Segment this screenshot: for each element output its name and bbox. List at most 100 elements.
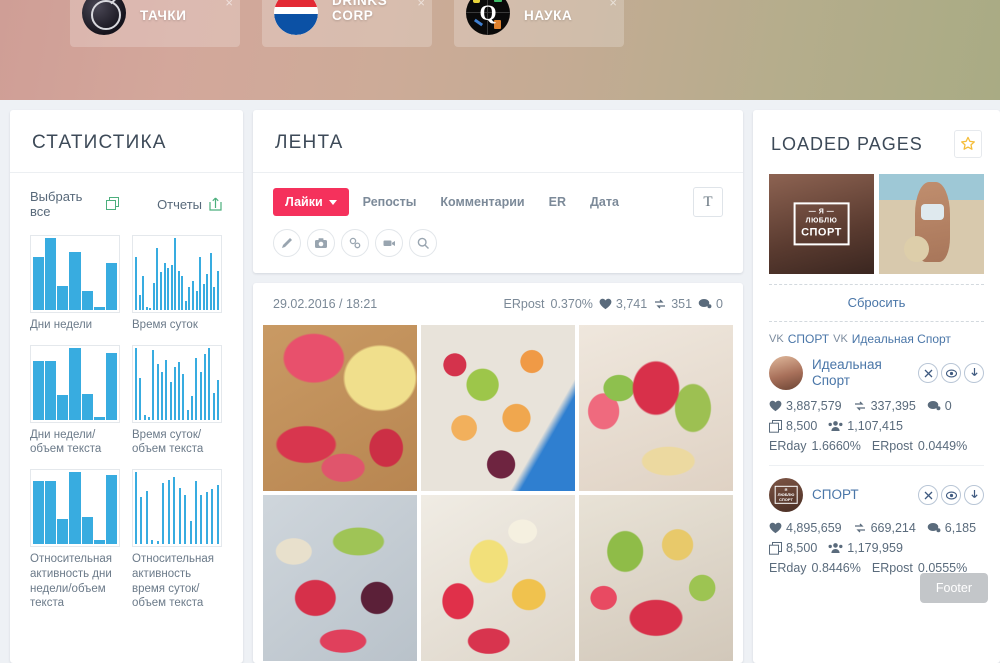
chart-bar xyxy=(105,263,117,310)
chart-bar xyxy=(209,253,212,310)
statistics-panel: СТАТИСТИКА Выбрать все Отчеты Дни недели… xyxy=(10,110,243,663)
chart-bars xyxy=(132,469,222,548)
chart-bar xyxy=(174,238,177,310)
chart-bar xyxy=(57,519,69,545)
page-thumbnail[interactable] xyxy=(879,174,984,274)
entry-posts: 8,500 xyxy=(769,541,817,555)
chart-bar xyxy=(206,274,209,310)
chart-bar xyxy=(204,353,206,420)
page-name[interactable]: Идеальная Спорт xyxy=(812,357,909,389)
chart-bar xyxy=(184,495,187,545)
entry-followers: 1,107,415 xyxy=(828,419,903,433)
chart-bar xyxy=(160,371,163,420)
chart-bar xyxy=(81,291,93,310)
eye-icon[interactable] xyxy=(941,485,961,505)
repost-icon xyxy=(653,298,667,310)
filter-date[interactable]: Дата xyxy=(580,188,629,216)
upload-icon xyxy=(208,197,223,212)
close-icon[interactable]: × xyxy=(225,0,233,9)
close-icon[interactable] xyxy=(918,363,938,383)
stat-chart-0[interactable]: Дни недели xyxy=(30,235,120,333)
avatar[interactable] xyxy=(769,356,803,390)
filter-likes-label: Лайки xyxy=(285,195,323,209)
chart-bars xyxy=(30,469,120,548)
page-thumbnail[interactable]: — Я — ЛЮБЛЮ СПОРТ xyxy=(769,174,874,274)
chart-bar xyxy=(138,295,141,310)
reports-button[interactable]: Отчеты xyxy=(157,189,223,219)
download-icon[interactable] xyxy=(964,485,984,505)
chart-bar xyxy=(216,379,219,420)
pepsi-logo: pepsi xyxy=(274,0,318,35)
post-er-value: 0.370% xyxy=(550,297,593,311)
entry-reposts: 669,214 xyxy=(853,521,916,535)
entry-comments: 6,185 xyxy=(927,521,976,535)
chart-bars xyxy=(30,344,120,423)
entry-comments: 0 xyxy=(927,399,952,413)
filter-likes[interactable]: Лайки xyxy=(273,188,349,216)
chart-bar xyxy=(69,252,81,310)
chart-bar xyxy=(45,481,57,545)
search-icon[interactable] xyxy=(409,229,437,257)
chart-bar xyxy=(216,271,219,310)
post-photo[interactable] xyxy=(263,495,417,661)
filter-er[interactable]: ER xyxy=(539,188,576,216)
filter-reposts[interactable]: Репосты xyxy=(353,188,427,216)
video-icon[interactable] xyxy=(375,229,403,257)
post-er-label: ERpost xyxy=(503,297,545,311)
stat-chart-5[interactable]: Относительная активность время суток/ об… xyxy=(132,469,222,611)
chart-bar xyxy=(173,366,176,420)
statistics-actions: Выбрать все Отчеты xyxy=(10,173,243,229)
text-toggle-button[interactable]: T xyxy=(693,187,723,217)
chart-bar xyxy=(145,307,148,310)
banner-card-drinks[interactable]: pepsi DRINKS CORP × xyxy=(262,0,432,47)
close-icon[interactable] xyxy=(918,485,938,505)
breadcrumb-item[interactable]: Идеальная Спорт xyxy=(852,332,951,346)
reset-row: Сбросить xyxy=(769,284,984,322)
list-item: Я ЛЮБЛЮ СПОРТ СПОРТ 4,895,659 669,214 6,… xyxy=(753,466,1000,587)
reset-link[interactable]: Сбросить xyxy=(848,295,906,310)
stat-chart-1[interactable]: Время суток xyxy=(132,235,222,333)
breadcrumb: VK СПОРТ VK Идеальная Спорт xyxy=(753,322,1000,352)
post-photo[interactable] xyxy=(579,495,733,661)
banner-card-volvo[interactable]: ТАЧКИ × xyxy=(70,0,240,47)
chart-bar xyxy=(199,371,202,420)
post-photo[interactable] xyxy=(421,495,575,661)
close-icon[interactable]: × xyxy=(609,0,617,9)
filter-comments[interactable]: Комментарии xyxy=(430,188,534,216)
banner-card-label: НАУКА xyxy=(524,8,573,23)
loaded-pages-title: LOADED PAGES xyxy=(771,133,923,154)
star-icon[interactable] xyxy=(954,130,982,158)
pencil-icon[interactable] xyxy=(273,229,301,257)
stat-chart-3[interactable]: Время суток/ объем текста xyxy=(132,344,222,457)
avatar[interactable]: Я ЛЮБЛЮ СПОРТ xyxy=(769,478,803,512)
chart-bar xyxy=(213,287,216,310)
posts-icon xyxy=(769,541,782,555)
chart-bar xyxy=(93,416,105,420)
select-all-label: Выбрать все xyxy=(30,189,83,219)
chart-label: Дни недели xyxy=(30,319,93,331)
stat-chart-4[interactable]: Относительная активность дни недели/объе… xyxy=(30,469,120,611)
chart-bar xyxy=(81,393,93,420)
post-photo[interactable] xyxy=(421,325,575,491)
stat-chart-2[interactable]: Дни недели/ объем текста xyxy=(30,344,120,457)
post-photo[interactable] xyxy=(579,325,733,491)
camera-icon[interactable] xyxy=(307,229,335,257)
status-badge: Footer xyxy=(919,573,988,603)
chart-bar xyxy=(93,540,105,545)
chart-bar xyxy=(205,492,208,545)
breadcrumb-item[interactable]: СПОРТ xyxy=(788,332,829,346)
eye-icon[interactable] xyxy=(941,363,961,383)
select-all-button[interactable]: Выбрать все xyxy=(30,189,121,219)
feed-filter-row: Лайки Репосты Комментарии ER Дата T xyxy=(273,187,723,217)
chart-bar xyxy=(200,495,203,545)
download-icon[interactable] xyxy=(964,363,984,383)
link-icon[interactable] xyxy=(341,229,369,257)
chart-bar xyxy=(208,347,211,420)
banner-card-science[interactable]: Q НАУКА × xyxy=(454,0,624,47)
page-name[interactable]: СПОРТ xyxy=(812,487,859,503)
chart-bar xyxy=(135,257,137,310)
close-icon[interactable]: × xyxy=(417,0,425,9)
post-photo[interactable] xyxy=(263,325,417,491)
chart-bar xyxy=(188,287,191,310)
chart-bar xyxy=(45,360,57,420)
